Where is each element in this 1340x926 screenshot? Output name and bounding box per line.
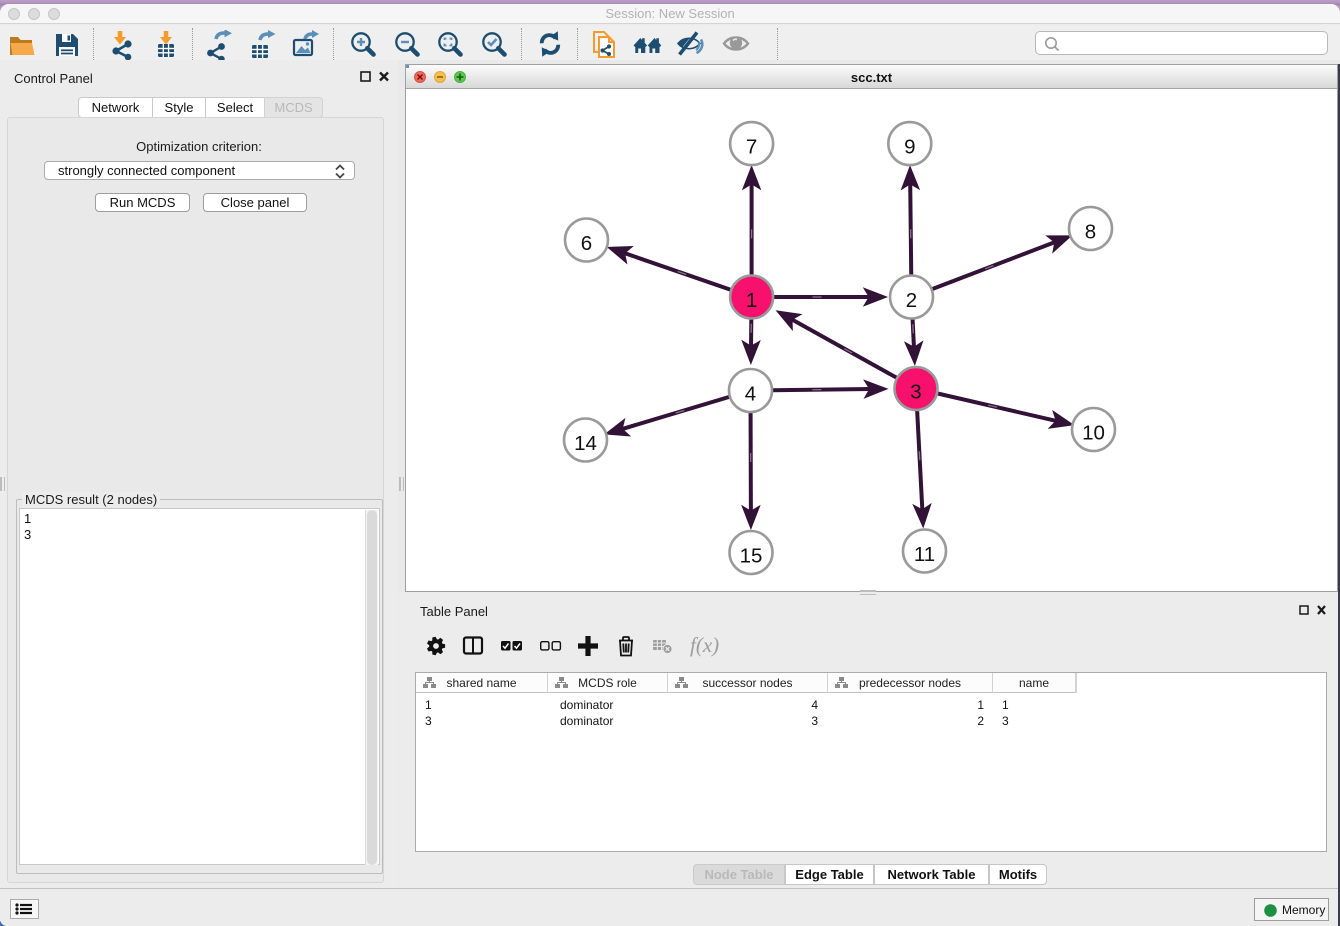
svg-text:4: 4 (745, 383, 756, 406)
svg-text:7: 7 (746, 136, 757, 159)
svg-text:8: 8 (1085, 221, 1096, 244)
svg-text:15: 15 (740, 545, 763, 568)
svg-text:9: 9 (904, 136, 915, 159)
svg-text:2: 2 (906, 289, 917, 312)
svg-text:10: 10 (1082, 422, 1105, 445)
svg-text:3: 3 (910, 381, 921, 404)
svg-text:11: 11 (914, 543, 935, 566)
svg-text:14: 14 (574, 432, 597, 455)
svg-text:6: 6 (581, 232, 592, 255)
svg-text:1: 1 (746, 289, 757, 312)
